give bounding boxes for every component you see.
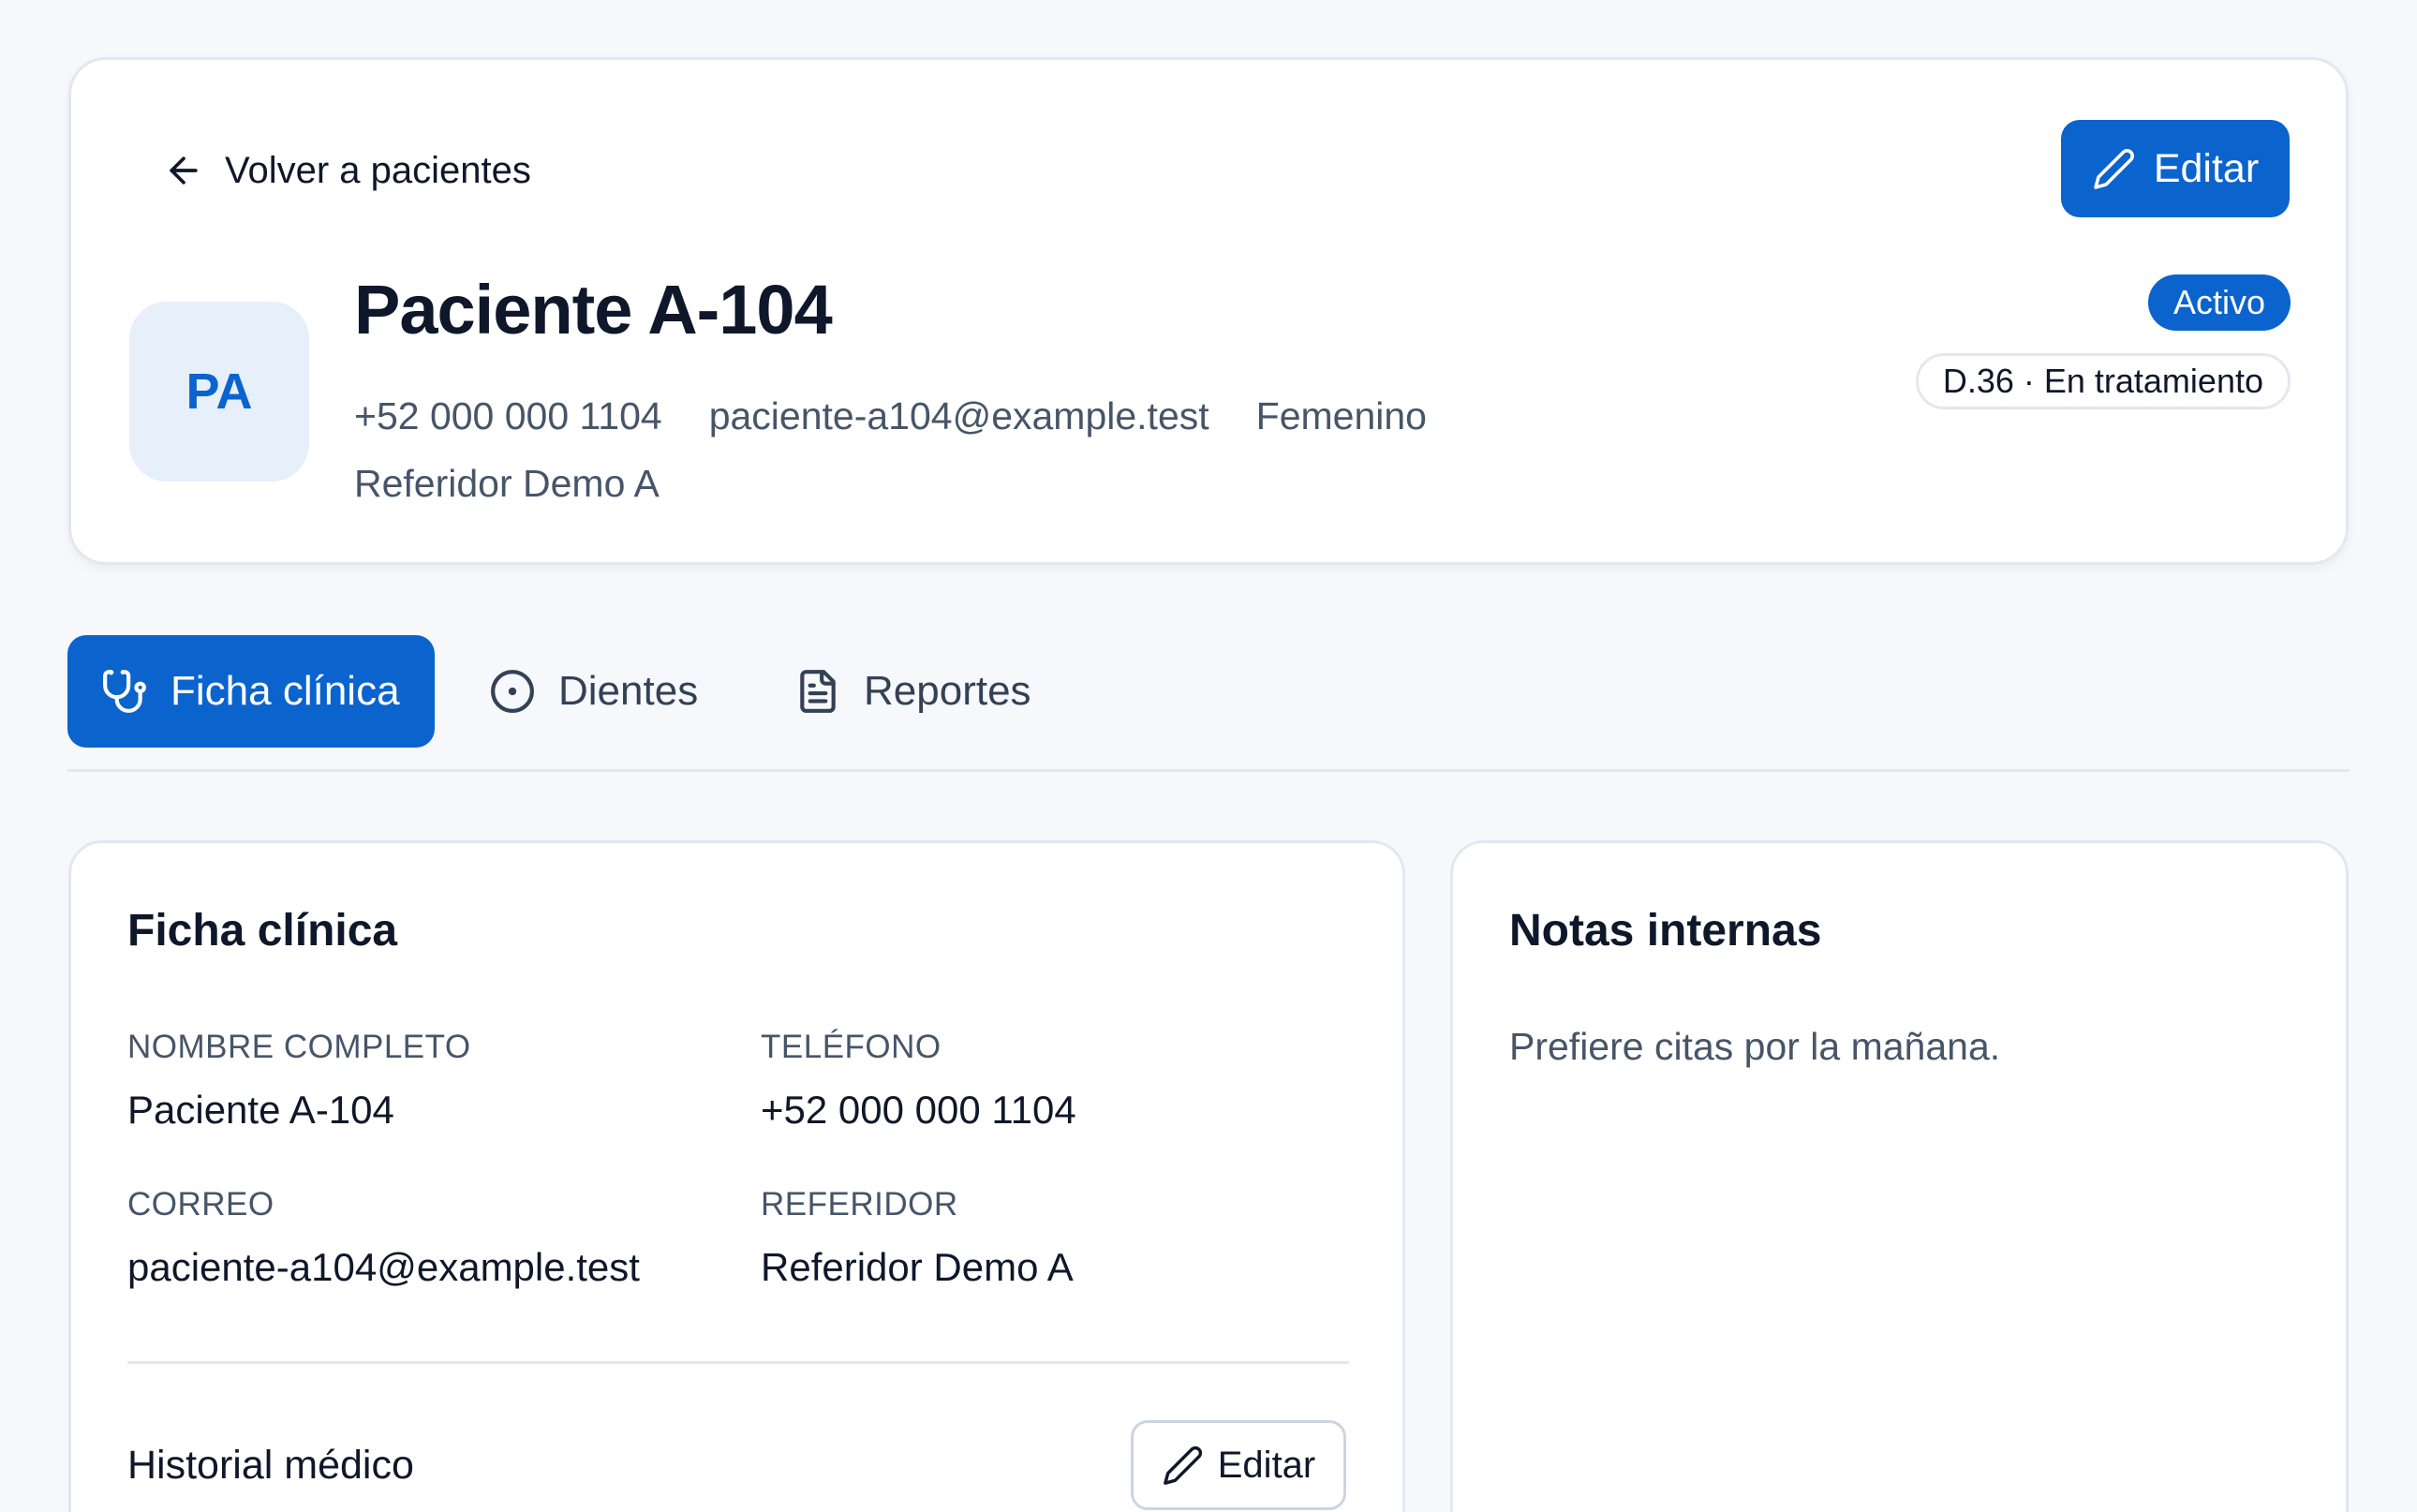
referrer-label: REFERIDOR: [761, 1186, 958, 1223]
file-text-icon: [800, 670, 836, 713]
patient-email: paciente-a104@example.test: [708, 394, 1209, 437]
section-divider: [127, 1361, 1349, 1364]
internal-notes-text: Prefiere citas por la mañana.: [1509, 1025, 2001, 1068]
tab-label: Ficha clínica: [171, 668, 400, 714]
pencil-icon: [1163, 1445, 1202, 1485]
medical-history-title: Historial médico: [127, 1443, 414, 1488]
referrer-value: Referidor Demo A: [761, 1245, 1074, 1289]
back-to-patients-link[interactable]: Volver a pacientes: [163, 142, 531, 199]
pencil-icon: [2094, 149, 2134, 189]
email-value: paciente-a104@example.test: [127, 1245, 640, 1289]
patient-gender: Femenino: [1255, 394, 1427, 437]
back-link-label: Volver a pacientes: [225, 149, 531, 191]
page-title: Paciente A-104: [354, 271, 833, 348]
tab-label: Reportes: [864, 668, 1031, 714]
circle-dot-icon: [491, 670, 534, 713]
patient-phone: +52 000 000 1104: [354, 394, 662, 437]
clinical-record-card: Ficha clínica NOMBRE COMPLETO Paciente A…: [68, 840, 1405, 1512]
edit-button-label: Editar: [2153, 145, 2260, 191]
tab-ficha-clinica[interactable]: Ficha clínica: [67, 635, 435, 748]
tab-dientes[interactable]: Dientes: [489, 635, 698, 748]
status-badge: Activo: [2147, 274, 2291, 331]
patient-detail-page: Volver a pacientes Editar PA Paciente A-…: [0, 0, 2417, 1512]
edit-medical-history-button[interactable]: Editar: [1131, 1420, 1346, 1510]
patient-meta-row: +52 000 000 1104 paciente-a104@example.t…: [354, 393, 1427, 439]
full-name-label: NOMBRE COMPLETO: [127, 1029, 471, 1065]
tab-reportes[interactable]: Reportes: [794, 635, 1031, 748]
internal-notes-card: Notas internas Prefiere citas por la mañ…: [1450, 840, 2349, 1512]
clinical-record-title: Ficha clínica: [127, 906, 398, 956]
tab-label: Dientes: [558, 668, 699, 714]
patient-referrer: Referidor Demo A: [354, 462, 660, 505]
patient-tabs: Ficha clínica Dientes Reportes: [67, 635, 2350, 772]
avatar-initials: PA: [185, 363, 253, 420]
patient-header-card: Volver a pacientes Editar PA Paciente A-…: [68, 57, 2349, 565]
avatar: PA: [129, 302, 309, 482]
full-name-value: Paciente A-104: [127, 1088, 394, 1132]
edit-button-label: Editar: [1217, 1444, 1316, 1486]
phone-value: +52 000 000 1104: [761, 1088, 1076, 1132]
stethoscope-icon: [103, 670, 146, 713]
arrow-left-icon: [170, 156, 198, 185]
edit-patient-button[interactable]: Editar: [2061, 120, 2290, 217]
phone-label: TELÉFONO: [761, 1029, 942, 1065]
email-label: CORREO: [127, 1186, 274, 1223]
treatment-badge: D.36 · En tratamiento: [1915, 353, 2291, 409]
internal-notes-title: Notas internas: [1509, 906, 1822, 956]
